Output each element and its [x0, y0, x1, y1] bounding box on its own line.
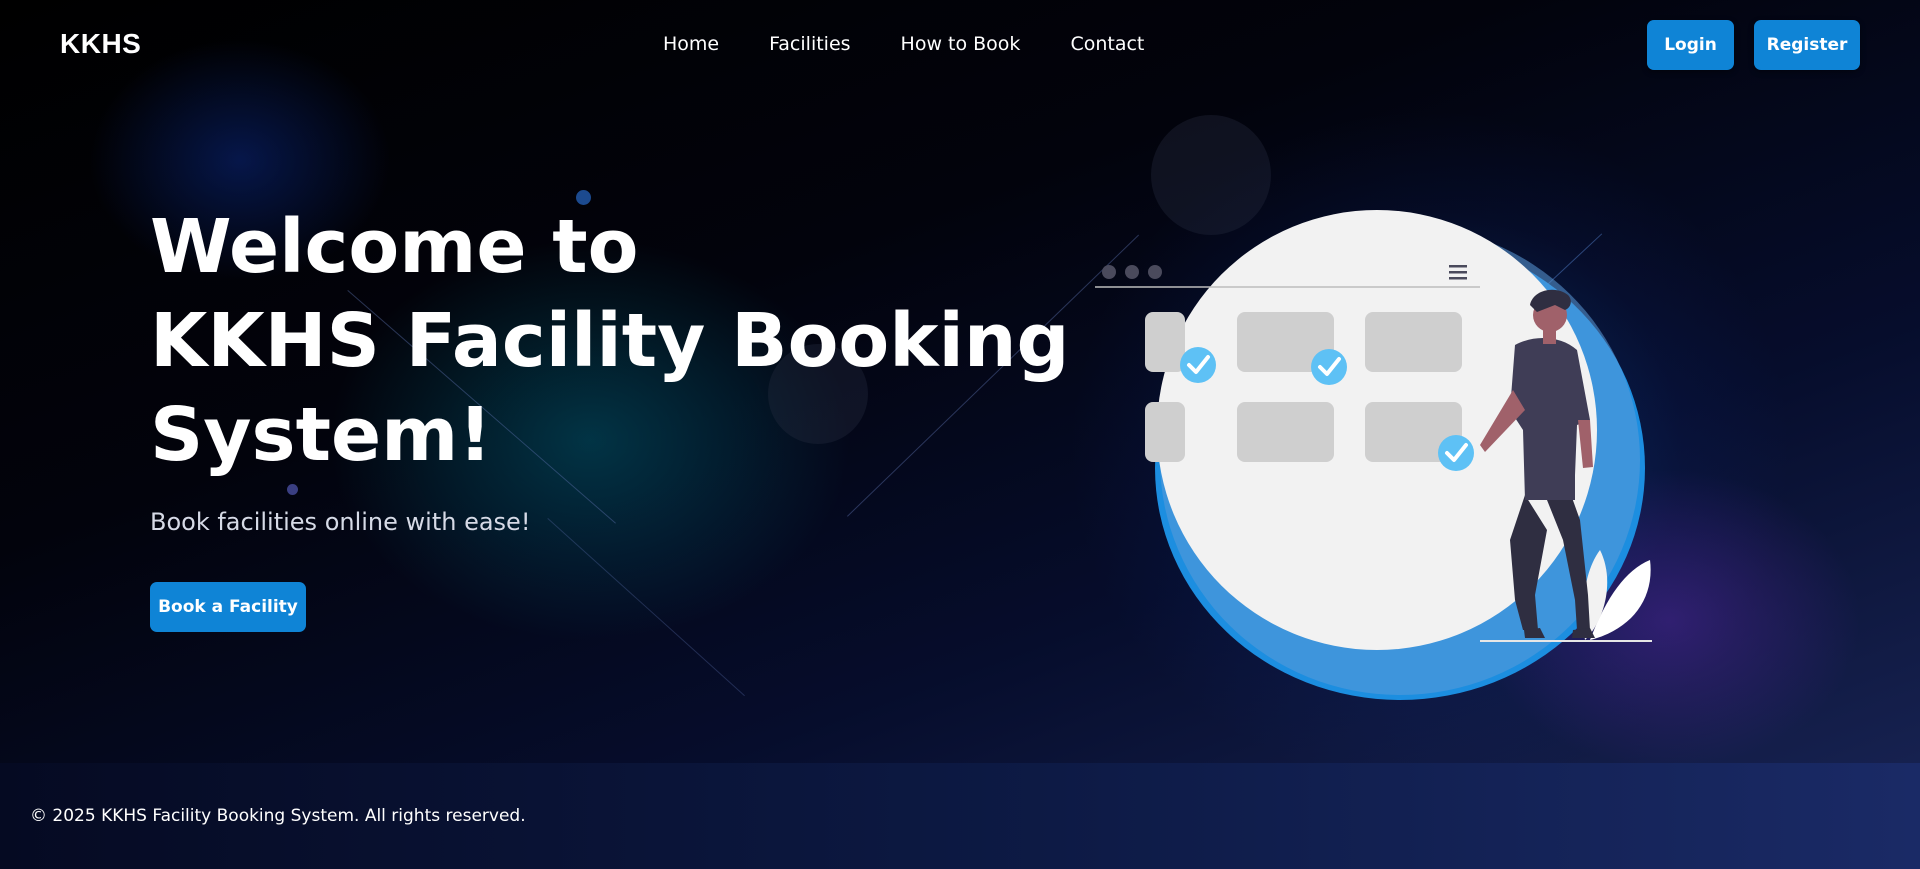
check-circle-icon: [1311, 349, 1347, 385]
book-facility-button[interactable]: Book a Facility: [150, 582, 306, 632]
check-circle-icon: [1180, 347, 1216, 383]
menu-icon: [1449, 265, 1467, 280]
register-button[interactable]: Register: [1754, 20, 1860, 70]
decor-line: [547, 518, 745, 697]
nav-link-how-to-book[interactable]: How to Book: [901, 33, 1021, 55]
decor-dot: [287, 484, 298, 495]
hero-subtitle: Book facilities online with ease!: [150, 508, 531, 536]
logo[interactable]: KKHS: [60, 28, 141, 60]
login-button[interactable]: Login: [1647, 20, 1734, 70]
check-circle-icon: [1438, 435, 1474, 471]
booking-illustration: [1095, 210, 1652, 700]
nav-link-home[interactable]: Home: [663, 33, 719, 55]
hero-title-line: KKHS Facility Booking: [150, 298, 1070, 384]
footer-copyright: © 2025 KKHS Facility Booking System. All…: [30, 806, 526, 826]
window-controls-icon: [1102, 265, 1162, 279]
main-nav: Home Facilities How to Book Contact: [663, 33, 1144, 55]
hero-title-line: System!: [150, 392, 492, 478]
nav-link-contact[interactable]: Contact: [1070, 33, 1144, 55]
hero-title-line: Welcome to: [150, 204, 639, 290]
hero-title: Welcome to KKHS Facility Booking System!: [150, 200, 1070, 482]
top-navbar: KKHS Home Facilities How to Book Contact…: [0, 0, 1920, 92]
nav-link-facilities[interactable]: Facilities: [769, 33, 850, 55]
